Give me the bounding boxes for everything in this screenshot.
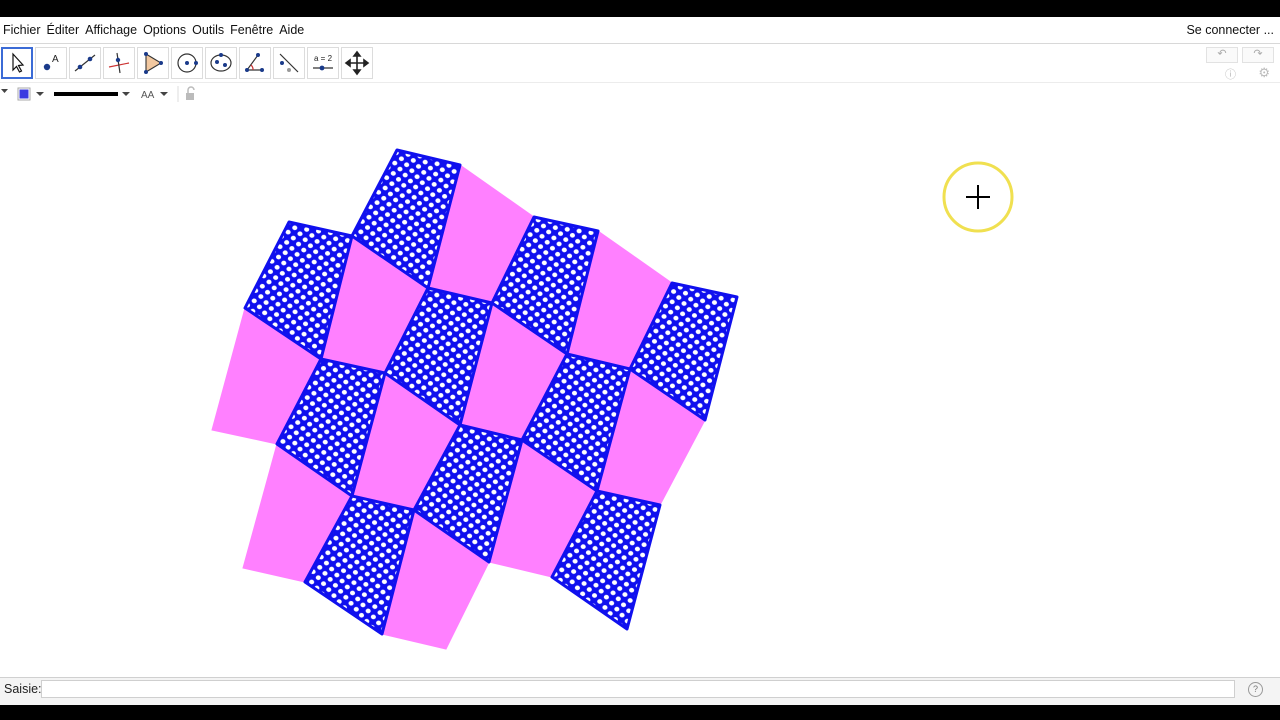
help-icon[interactable]: ?	[1248, 682, 1263, 697]
perpendicular-icon	[108, 52, 130, 74]
ellipse-icon	[210, 53, 232, 72]
input-bar-field[interactable]	[41, 680, 1235, 698]
angle-icon	[245, 53, 264, 72]
style-bar: AA	[0, 82, 1280, 106]
text-size-dropdown-icon[interactable]	[160, 92, 168, 96]
polygon-icon	[144, 52, 163, 74]
menu-options[interactable]: Options	[140, 23, 189, 37]
help-icon[interactable]: ⓘ	[1225, 66, 1236, 82]
arrow-pointer-icon	[12, 52, 25, 73]
move-tool-button[interactable]	[1, 47, 33, 79]
cursor-highlight	[942, 161, 1014, 233]
slider-icon: a = 2	[313, 54, 333, 71]
gear-icon[interactable]: ⚙	[1258, 65, 1270, 81]
text-size-button[interactable]: AA	[141, 90, 155, 101]
ellipse-tool-button[interactable]	[205, 47, 237, 79]
geogebra-window: Fichier Éditer Affichage Options Outils …	[0, 17, 1280, 705]
menu-editer[interactable]: Éditer	[44, 23, 83, 37]
redo-icon: ↷	[1253, 48, 1263, 60]
input-bar-label: Saisie:	[4, 682, 42, 696]
menu-fenetre[interactable]: Fenêtre	[227, 23, 276, 37]
tessellation	[211, 148, 739, 650]
unlock-icon[interactable]	[186, 86, 195, 100]
slider-tool-button[interactable]: a = 2	[307, 47, 339, 79]
redo-button[interactable]: ↷	[1242, 47, 1274, 63]
point-icon: A	[43, 54, 59, 71]
style-bar-controls: AA	[1, 86, 195, 102]
reflect-tool-button[interactable]	[273, 47, 305, 79]
menu-aide[interactable]: Aide	[276, 23, 307, 37]
circle-icon	[177, 53, 198, 73]
move-view-icon	[344, 50, 370, 76]
color-dropdown-icon[interactable]	[36, 92, 44, 96]
graphics-svg	[211, 148, 1014, 650]
graphics-view[interactable]	[0, 105, 1280, 675]
menu-bar: Fichier Éditer Affichage Options Outils …	[0, 17, 1280, 44]
stylebar-toggle-icon[interactable]	[1, 89, 8, 93]
undo-icon: ↶	[1217, 48, 1227, 60]
undo-redo-group: ↶ ↷	[1206, 47, 1274, 63]
point-tool-button[interactable]: A	[35, 47, 67, 79]
circle-tool-button[interactable]	[171, 47, 203, 79]
tool-list: A a = 2	[1, 47, 375, 79]
reflect-icon	[279, 53, 299, 73]
menu-list: Fichier Éditer Affichage Options Outils …	[0, 17, 307, 43]
line-tool-button[interactable]	[69, 47, 101, 79]
perpendicular-line-tool-button[interactable]	[103, 47, 135, 79]
line-icon	[74, 54, 96, 72]
toolbar: A a = 2 ↶ ↷ ⓘ ⚙	[0, 44, 1280, 82]
undo-button[interactable]: ↶	[1206, 47, 1238, 63]
menu-fichier[interactable]: Fichier	[0, 23, 44, 37]
polygon-tool-button[interactable]	[137, 47, 169, 79]
svg-text:A: A	[52, 54, 59, 65]
move-view-tool-button[interactable]	[341, 47, 373, 79]
slider-icon-label: a = 2	[314, 54, 333, 63]
login-link[interactable]: Se connecter ...	[1186, 17, 1274, 43]
input-bar: Saisie: ?	[0, 677, 1280, 705]
menu-outils[interactable]: Outils	[189, 23, 227, 37]
menu-affichage[interactable]: Affichage	[82, 23, 140, 37]
color-swatch	[19, 89, 29, 99]
line-style-dropdown-icon[interactable]	[122, 92, 130, 96]
angle-tool-button[interactable]	[239, 47, 271, 79]
